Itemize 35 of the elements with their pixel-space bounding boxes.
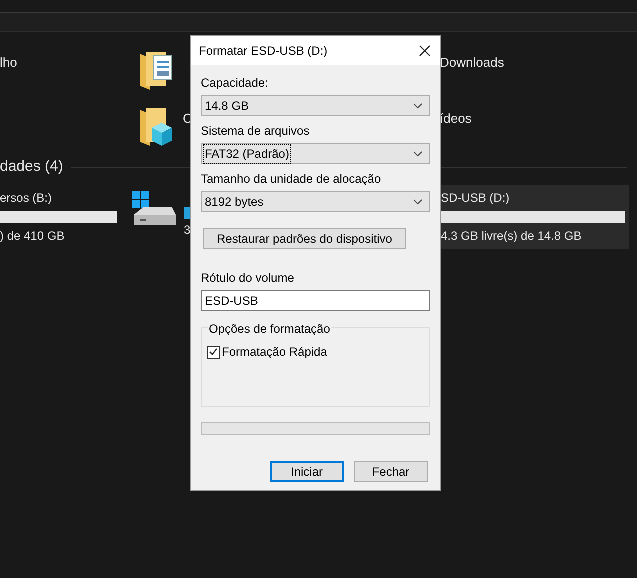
field-label: Tamanho da unidade de alocação [201, 171, 382, 188]
text-field[interactable]: ESD-USB [201, 290, 430, 311]
field-label: Capacidade: [201, 75, 270, 92]
dropdown-value: FAT32 (Padrão) [204, 144, 290, 162]
folder-label: lho [0, 55, 18, 70]
restore-defaults-button[interactable]: Restaurar padrões do dispositivo [203, 228, 406, 249]
checkbox[interactable] [207, 346, 220, 358]
field-label: Rótulo do volume [201, 270, 296, 287]
dropdown[interactable]: 8192 bytes [201, 191, 430, 212]
checkbox-label: Formatação Rápida [222, 344, 328, 361]
checkmark-icon [209, 348, 218, 356]
drive-name: ersos (B:) [0, 190, 54, 206]
drive-icon [132, 190, 176, 226]
folder-icon [138, 106, 174, 148]
folder-label: Downloads [440, 55, 504, 70]
window-title: Formatar ESD-USB (D:) [199, 42, 328, 60]
dropdown[interactable]: 14.8 GB [201, 95, 430, 116]
chevron-down-icon [413, 198, 423, 204]
close-icon [419, 44, 431, 56]
section-header: dades (4) [0, 157, 64, 177]
chevron-down-icon [413, 102, 423, 108]
folder-label: ídeos [440, 111, 472, 126]
dropdown[interactable]: FAT32 (Padrão) [201, 143, 430, 164]
close-button[interactable] [418, 44, 432, 58]
dialog-button[interactable]: Fechar [354, 461, 428, 482]
folder-icon [138, 50, 174, 92]
drive-info: 3 [184, 222, 192, 238]
dialog-button[interactable]: Iniciar [270, 461, 344, 482]
drive-name: SD-USB (D:) [441, 190, 511, 206]
dropdown-value: 14.8 GB [204, 98, 250, 114]
chevron-down-icon [413, 150, 423, 156]
dropdown-value: 8192 bytes [204, 194, 265, 210]
drive-info: ) de 410 GB [0, 228, 66, 244]
field-label: Sistema de arquivos [201, 123, 311, 140]
drive-info: 4.3 GB livre(s) de 14.8 GB [441, 228, 583, 244]
